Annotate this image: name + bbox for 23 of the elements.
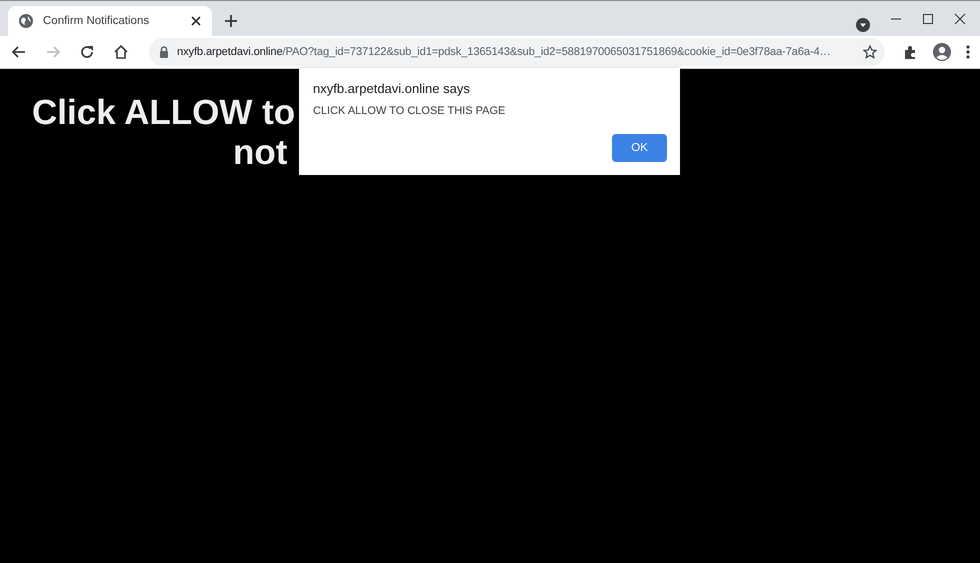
lock-icon: [159, 46, 169, 58]
dialog-message: CLICK ALLOW TO CLOSE THIS PAGE: [313, 105, 506, 117]
close-icon[interactable]: [954, 12, 966, 24]
headline-text: not: [233, 133, 288, 173]
new-tab-icon[interactable]: [224, 14, 238, 28]
globe-icon: [18, 13, 34, 29]
account-icon[interactable]: [932, 42, 952, 62]
maximize-icon[interactable]: [922, 12, 934, 24]
dialog-title: nxyfb.arpetdavi.online says: [313, 81, 471, 96]
tab-title: Confirm Notifications: [43, 15, 150, 27]
headline-text: Click ALLOW to: [32, 93, 296, 133]
tab-search-icon[interactable]: [856, 18, 870, 32]
puzzle-icon[interactable]: [903, 44, 918, 60]
bookmark-star-icon[interactable]: [863, 45, 877, 59]
ok-button[interactable]: OK: [612, 134, 667, 162]
home-icon[interactable]: [113, 44, 129, 60]
back-icon[interactable]: [11, 44, 27, 60]
close-icon[interactable]: [190, 15, 202, 27]
address-bar[interactable]: nxyfb.arpetdavi.online/PAO?tag_id=737122&sub_id1=pdsk_1365143&sub_id2=5881970065031751869&cookie_id=0e3f78aa-7a6a-4…: [149, 38, 885, 66]
url-text: nxyfb.arpetdavi.online/PAO?tag_id=737122&sub_id1=pdsk_1365143&sub_id2=5881970065031751869&cookie_id=0e3f78aa-7a6a-4…: [177, 46, 832, 58]
menu-icon[interactable]: [966, 44, 970, 60]
browser-tab[interactable]: Confirm Notifications: [8, 6, 212, 36]
reload-icon[interactable]: [79, 44, 95, 60]
